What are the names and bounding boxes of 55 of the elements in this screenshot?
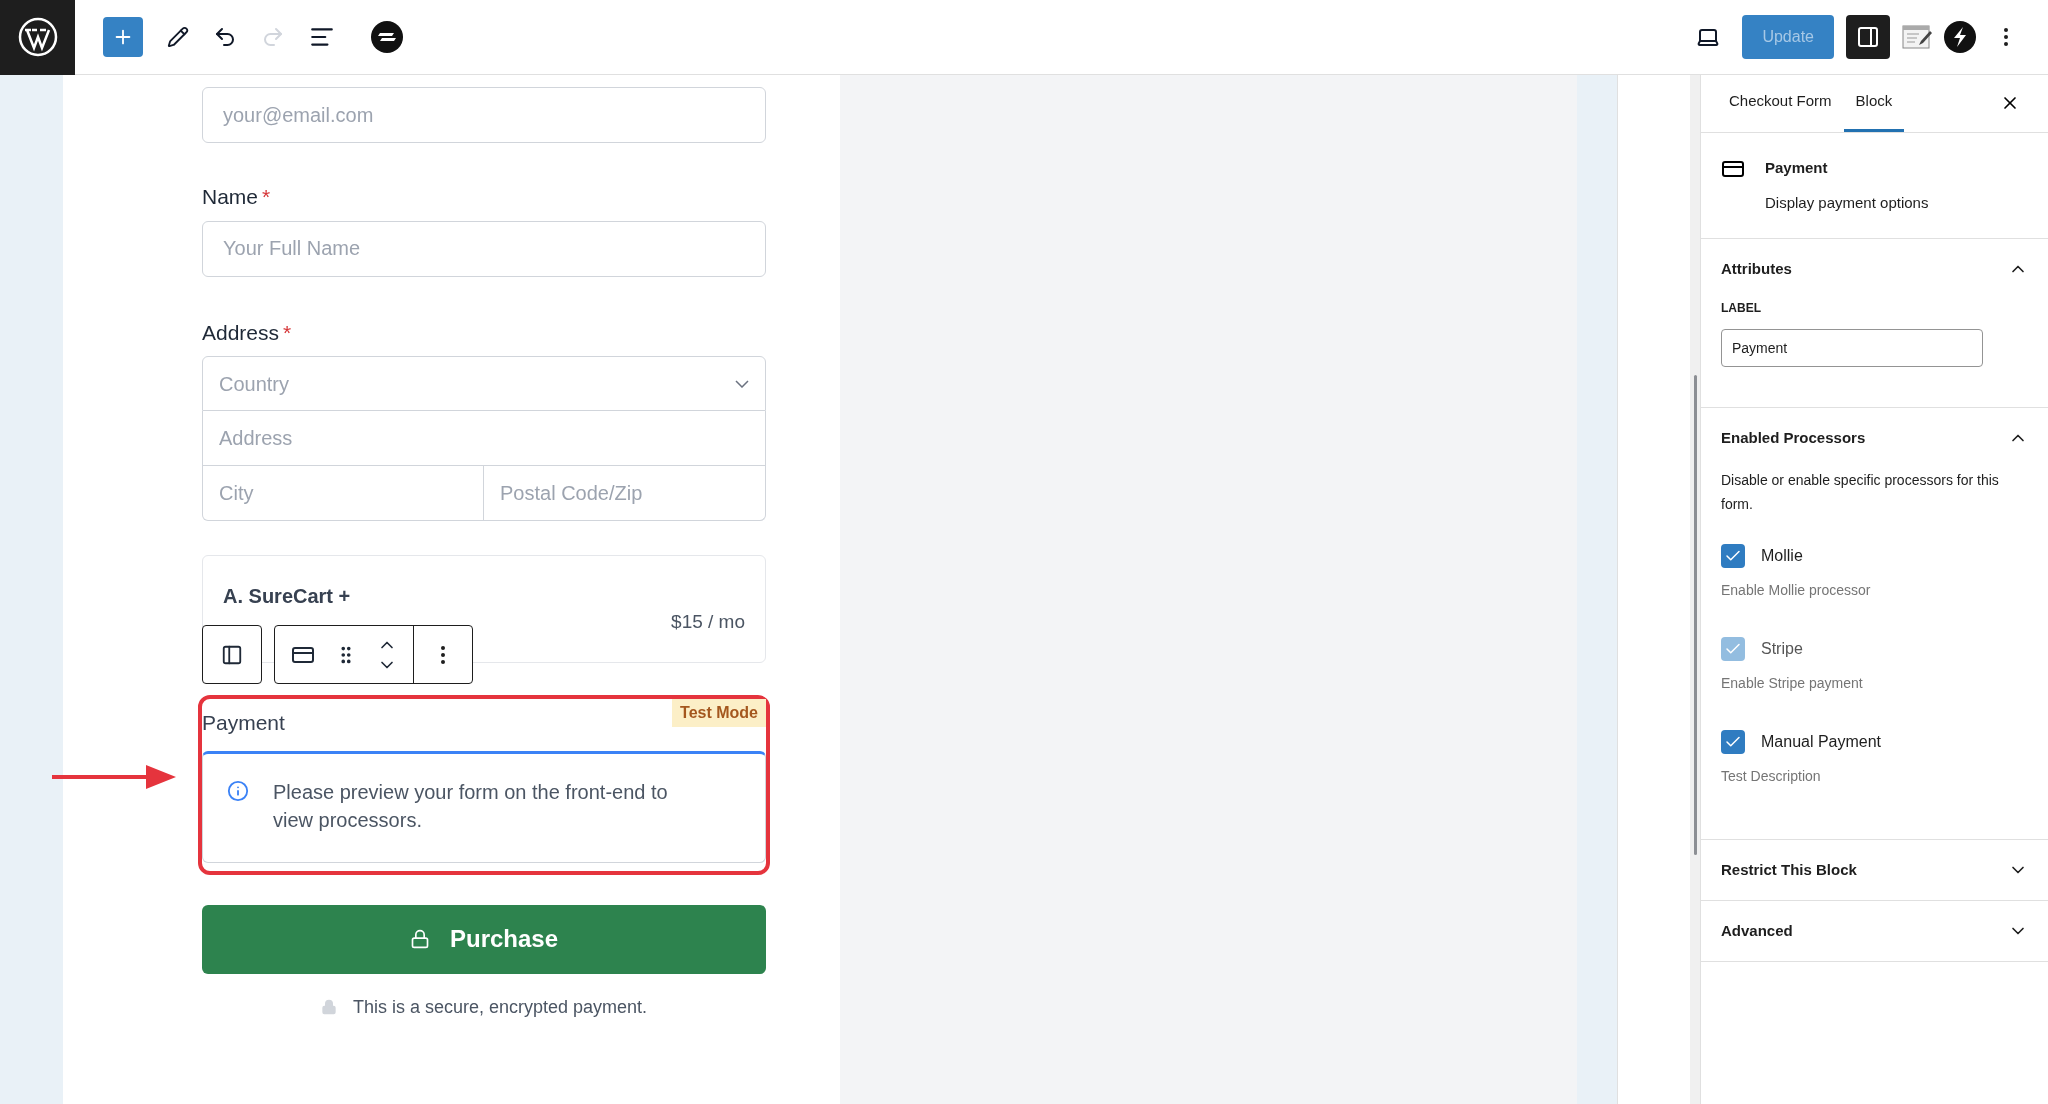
- wordpress-logo-icon: [17, 17, 58, 57]
- address-input-field[interactable]: Address: [202, 411, 766, 466]
- block-description: Display payment options: [1765, 192, 1929, 213]
- field-label: Name *: [202, 184, 272, 210]
- city-input-field[interactable]: City: [202, 466, 484, 521]
- sidebar-tab[interactable]: Block: [1843, 74, 1905, 132]
- email-input-field[interactable]: your@email.com: [202, 87, 766, 143]
- field-label: LABEL: [1721, 300, 1762, 317]
- sidebar-tab[interactable]: Checkout Form: [1717, 74, 1844, 132]
- processor-label: Manual Payment: [1761, 732, 1882, 752]
- add-block-button[interactable]: [103, 17, 143, 57]
- section-header[interactable]: Attributes: [1721, 239, 2028, 299]
- test-mode-badge: Test Mode: [672, 699, 766, 727]
- postal-code-input-field[interactable]: Postal Code/Zip: [484, 466, 766, 521]
- payment-label: Payment: [202, 710, 285, 736]
- section-description: Disable or enable specific processors for this form.: [1721, 471, 2000, 514]
- processor-label: Mollie: [1761, 546, 1803, 566]
- name-input-field[interactable]: Your Full Name: [202, 220, 766, 277]
- section-header[interactable]: Restrict This Block: [1721, 840, 2028, 900]
- notice-text: Please preview your form on the front-end to view processors.: [273, 779, 669, 833]
- undo-icon[interactable]: [213, 25, 237, 49]
- scrollbar[interactable]: [1693, 375, 1697, 855]
- sidebar-icon: [1856, 25, 1880, 49]
- required-mark: *: [262, 185, 271, 208]
- sidebar-toggle-button[interactable]: [1846, 15, 1890, 59]
- processor-description: Enable Mollie processor: [1721, 581, 1872, 600]
- logo-icon[interactable]: [371, 21, 403, 53]
- chevron-icon: [735, 379, 749, 388]
- pencil-icon[interactable]: [167, 26, 189, 48]
- section-header[interactable]: Enabled Processors: [1721, 408, 2028, 468]
- lock-icon: [409, 929, 430, 949]
- secure-note: This is a secure, encrypted payment.: [352, 995, 648, 1019]
- product-name: A. SureCart +: [223, 584, 352, 609]
- payment-block[interactable]: Payment Test Mode Please preview your form on the front-end to view processors.: [198, 695, 770, 875]
- notepad-icon[interactable]: [1902, 24, 1932, 50]
- block-title: Payment: [1765, 158, 1829, 178]
- product-price: $15 / mo: [671, 610, 745, 634]
- more-options-icon: [2004, 28, 2008, 46]
- purchase-button[interactable]: Purchase: [202, 904, 766, 974]
- processor-label: Stripe: [1761, 639, 1803, 659]
- field-label: Address *: [202, 319, 293, 346]
- processor-description: Enable Stripe payment: [1721, 674, 1864, 693]
- lock-icon: [320, 999, 337, 1015]
- required-mark: *: [283, 320, 292, 344]
- info-icon: [227, 779, 249, 802]
- block-type-button[interactable]: [202, 625, 262, 684]
- panel-icon: [221, 643, 243, 666]
- wordpress-logo-button[interactable]: [0, 0, 75, 75]
- checkbox[interactable]: [1721, 544, 1745, 568]
- label-input-field[interactable]: Payment: [1721, 329, 1983, 367]
- checkbox[interactable]: [1721, 730, 1745, 754]
- processor-description: Test Description: [1721, 767, 1822, 786]
- more-options-icon: [441, 645, 445, 664]
- section-header[interactable]: Advanced: [1721, 901, 2028, 961]
- bolt-logo-icon[interactable]: [1944, 21, 1976, 53]
